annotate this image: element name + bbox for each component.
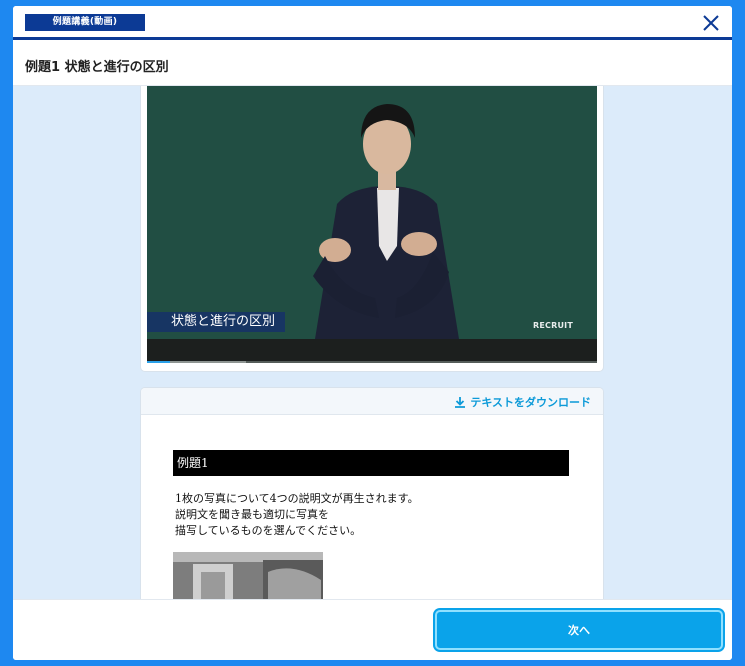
content-area[interactable]: 状態と進行の区別 RECRUIT テキストをダウンロード 例題1 1枚の写真につ…	[13, 86, 732, 599]
document-heading: 例題1	[173, 450, 569, 476]
video-card: 状態と進行の区別 RECRUIT	[141, 86, 603, 371]
page-title: 例題1 状態と進行の区別	[25, 60, 169, 75]
title-bar: 例題1 状態と進行の区別	[13, 43, 732, 86]
text-card-header: テキストをダウンロード	[141, 388, 603, 415]
video-progress-bar[interactable]	[147, 361, 597, 363]
video-control-bar[interactable]	[147, 339, 597, 363]
document-line: 1枚の写真について4つの説明文が再生されます。	[175, 492, 419, 505]
modal-header: 例題講義(動画)	[13, 6, 732, 40]
brand-logo: RECRUIT	[533, 321, 573, 330]
modal-footer: 次へ	[13, 599, 732, 660]
document-line: 描写しているものを選んでください。	[175, 524, 362, 537]
download-label: テキストをダウンロード	[470, 396, 591, 409]
modal-dialog: 例題講義(動画) 例題1 状態と進行の区別 状態と進行の区別 RECRUIT テ…	[13, 6, 732, 660]
video-progress-fill	[147, 361, 170, 363]
text-card: テキストをダウンロード 例題1 1枚の写真について4つの説明文が再生されます。 …	[141, 388, 603, 599]
close-button[interactable]	[700, 12, 722, 34]
download-icon	[455, 397, 466, 408]
document-photo	[173, 552, 323, 599]
document-line: 説明文を聞き最も適切に写真を	[175, 508, 329, 521]
close-icon	[703, 15, 719, 31]
header-badge: 例題講義(動画)	[25, 14, 145, 31]
video-caption: 状態と進行の区別	[147, 312, 286, 332]
download-text-link[interactable]: テキストをダウンロード	[454, 394, 591, 410]
next-button[interactable]: 次へ	[435, 610, 723, 650]
video-player[interactable]: 状態と進行の区別 RECRUIT	[147, 86, 597, 363]
presenter-image	[147, 86, 597, 339]
